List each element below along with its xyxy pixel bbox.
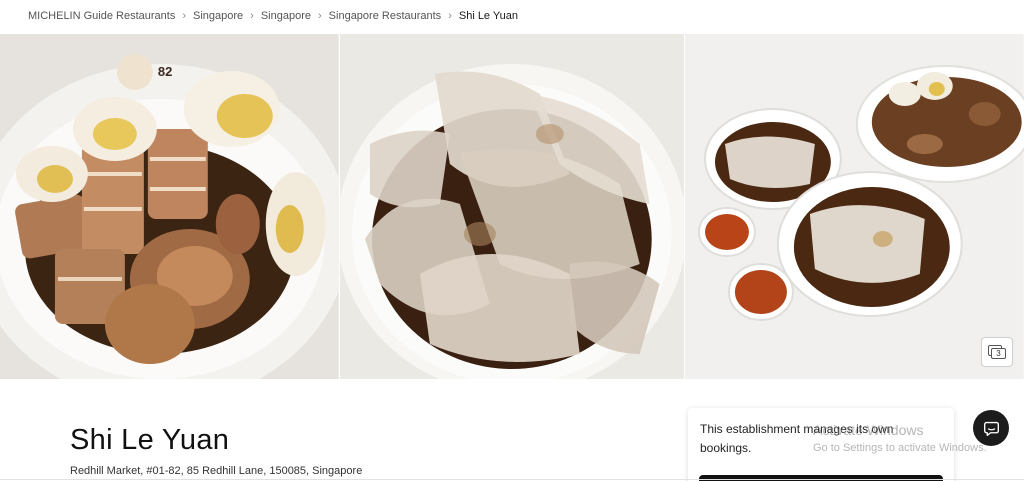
breadcrumb-singapore-city[interactable]: Singapore [261, 10, 311, 22]
breadcrumb-singapore-restaurants[interactable]: Singapore Restaurants [329, 10, 442, 22]
braised-platter-image: 82 [0, 34, 339, 379]
chevron-right-icon: › [448, 10, 452, 22]
restaurant-address: Redhill Market, #01-82, 85 Redhill Lane,… [70, 465, 363, 477]
booking-card: This establishment manages its own booki… [688, 408, 954, 481]
top-view-set-image [685, 34, 1024, 379]
stamp-number: 82 [158, 64, 172, 79]
gallery-photo-top-view-set[interactable] [685, 34, 1024, 379]
chevron-right-icon: › [182, 10, 187, 22]
restaurant-name: Shi Le Yuan [70, 424, 230, 456]
photo-stack-icon: 3 [988, 345, 1006, 359]
page-divider [0, 479, 1024, 480]
booking-button[interactable] [699, 475, 943, 481]
photo-gallery: 82 [0, 34, 1024, 379]
booking-message: This establishment manages its own booki… [700, 422, 894, 455]
soup-bowl-image [339, 34, 685, 379]
chat-button[interactable] [973, 410, 1009, 446]
chevron-right-icon: › [250, 10, 254, 22]
chevron-right-icon: › [318, 10, 322, 22]
breadcrumb-singapore-country[interactable]: Singapore [193, 10, 243, 22]
photo-count: 3 [991, 348, 1006, 359]
breadcrumb-current-restaurant: Shi Le Yuan [458, 10, 518, 22]
photo-count-button[interactable]: 3 [981, 337, 1013, 367]
gallery-photo-soup-bowl[interactable] [339, 34, 685, 379]
chat-bubble-icon [983, 421, 999, 436]
gallery-photo-braised-platter[interactable]: 82 [0, 34, 339, 379]
breadcrumb-michelin-guide[interactable]: MICHELIN Guide Restaurants [28, 10, 175, 22]
breadcrumb: MICHELIN Guide Restaurants › Singapore ›… [28, 9, 518, 23]
